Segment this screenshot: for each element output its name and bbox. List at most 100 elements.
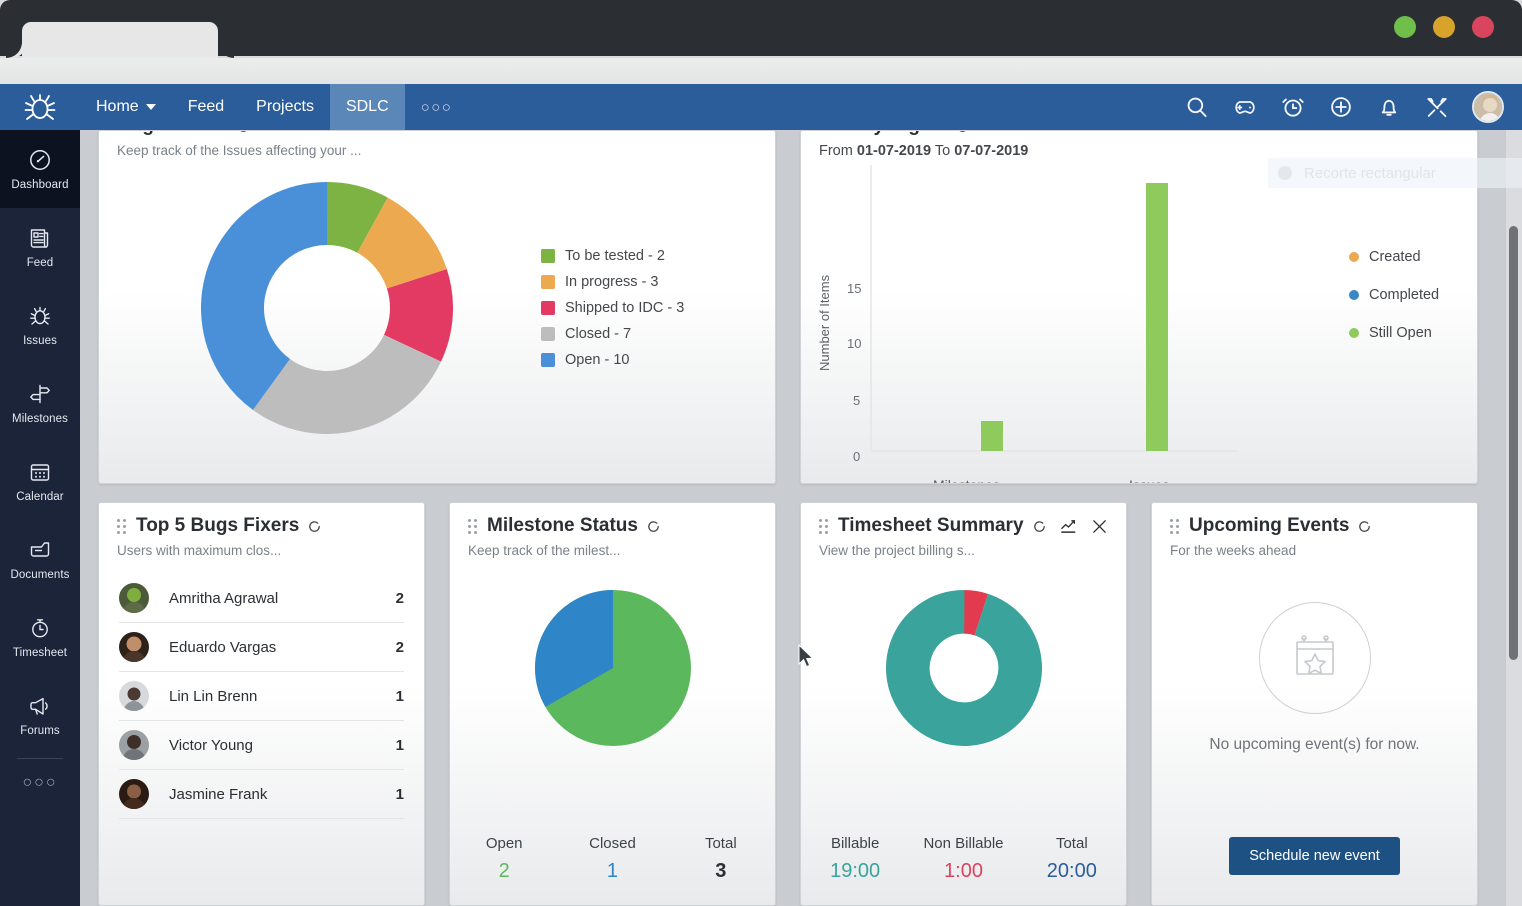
list-item[interactable]: Lin Lin Brenn 1 (119, 672, 404, 721)
browser-tab[interactable] (6, 22, 234, 58)
window-controls (1394, 16, 1494, 38)
sidebar-item-feed-label: Feed (26, 257, 54, 269)
window-close-button[interactable] (1472, 16, 1494, 38)
legend-item[interactable]: Created (1349, 249, 1439, 265)
bar-milestones-still-open (981, 421, 1003, 451)
refresh-icon[interactable] (1032, 519, 1047, 534)
date-from-label: From (819, 143, 853, 159)
y-tick-15: 15 (847, 281, 862, 296)
avatar-image (119, 681, 149, 711)
stat-closed: Closed 1 (558, 835, 666, 883)
plus-circle-icon[interactable] (1328, 94, 1354, 120)
sidebar-divider (17, 758, 63, 759)
legend-item[interactable]: Still Open (1349, 325, 1439, 341)
nav-item-feed[interactable]: Feed (172, 84, 240, 130)
stat-non-billable: Non Billable 1:00 (909, 835, 1017, 883)
date-from-value: 01-07-2019 (856, 143, 932, 159)
window-minimize-button[interactable] (1433, 16, 1455, 38)
avatar (119, 632, 149, 662)
sidebar-item-calendar-label: Calendar (16, 491, 64, 503)
drag-handle-icon[interactable] (819, 518, 829, 534)
window-maximize-button[interactable] (1394, 16, 1416, 38)
stat-total-hours: Total 20:00 (1018, 835, 1126, 883)
sidebar-item-calendar[interactable]: Calendar (0, 442, 80, 520)
nav-item-home[interactable]: Home (80, 84, 172, 130)
nav-item-projects[interactable]: Projects (240, 84, 330, 130)
list-item-count: 1 (395, 687, 404, 705)
list-item[interactable]: Eduardo Vargas 2 (119, 623, 404, 672)
card-top-bugs-fixers-subtitle: Users with maximum clos... (117, 543, 282, 558)
sidebar-item-documents-label: Documents (10, 569, 70, 581)
stat-closed-label: Closed (589, 835, 636, 852)
close-icon[interactable] (1091, 518, 1108, 535)
legend-item[interactable]: In progress - 3 (541, 274, 684, 290)
refresh-icon[interactable] (1357, 519, 1372, 534)
scrollbar-thumb[interactable] (1509, 226, 1518, 660)
drag-handle-icon[interactable] (1170, 518, 1180, 534)
sidebar-item-issues[interactable]: Issues (0, 286, 80, 364)
stat-open-value: 2 (498, 860, 510, 882)
stopwatch-icon (32, 619, 48, 638)
list-item[interactable]: Jasmine Frank 1 (119, 770, 404, 819)
nav-overflow-button[interactable]: ○○○ (405, 84, 469, 130)
card-weekly-digest-daterange: From 01-07-2019 To 07-07-2019 (819, 143, 1459, 159)
card-upcoming-events: Upcoming Events For the weeks ahead No u… (1151, 502, 1478, 906)
card-bugs-status: Bugs Status Keep track of the Issues aff… (98, 130, 776, 484)
sidebar-item-documents[interactable]: Documents (0, 520, 80, 598)
stat-billable-value: 19:00 (830, 860, 881, 882)
legend-label: Still Open (1369, 325, 1432, 341)
date-to-value: 07-07-2019 (954, 143, 1029, 159)
legend-swatch (541, 353, 555, 367)
sidebar-item-issues-label: Issues (23, 335, 57, 347)
nav-item-sdlc[interactable]: SDLC (329, 84, 405, 130)
x-tick-milestones: Milestones (933, 477, 1000, 483)
empty-state-text: No upcoming event(s) for now. (1209, 736, 1420, 753)
legend-item[interactable]: Closed - 7 (541, 326, 684, 342)
timesheet-summary-donut-chart (885, 590, 1042, 746)
schedule-new-event-button[interactable]: Schedule new event (1229, 837, 1400, 875)
refresh-icon[interactable] (236, 130, 251, 134)
list-item[interactable]: Victor Young 1 (119, 721, 404, 770)
snip-tool-overlay: Recorte rectangular (1268, 158, 1522, 188)
sidebar-item-dashboard[interactable]: Dashboard (0, 130, 80, 208)
drag-handle-icon[interactable] (117, 518, 127, 534)
chart-icon[interactable] (1060, 518, 1077, 535)
avatar[interactable] (1472, 91, 1504, 123)
search-icon[interactable] (1184, 94, 1210, 120)
refresh-icon[interactable] (646, 519, 661, 534)
legend-item[interactable]: Completed (1349, 287, 1439, 303)
nav-item-projects-label: Projects (256, 98, 314, 115)
top-navigation-bar: Home Feed Projects SDLC ○○○ (0, 84, 1522, 130)
bug-icon (30, 306, 50, 325)
refresh-icon[interactable] (955, 130, 970, 134)
alarm-clock-icon[interactable] (1280, 94, 1306, 120)
tools-icon[interactable] (1424, 94, 1450, 120)
x-tick-issues: Issues (1129, 477, 1169, 483)
sidebar-item-feed[interactable]: Feed (0, 208, 80, 286)
app-logo[interactable] (0, 89, 80, 125)
legend-item[interactable]: To be tested - 2 (541, 248, 684, 264)
legend-item[interactable]: Shipped to IDC - 3 (541, 300, 684, 316)
stat-total: Total 3 (667, 835, 775, 883)
list-item[interactable]: Amritha Agrawal 2 (119, 574, 404, 623)
avatar-image (1474, 93, 1502, 121)
sidebar-item-milestones[interactable]: Milestones (0, 364, 80, 442)
sidebar-item-forums-label: Forums (20, 725, 60, 737)
card-milestone-status-subtitle: Keep track of the milest... (468, 543, 621, 558)
card-bugs-status-header: Bugs Status Keep track of the Issues aff… (99, 130, 775, 158)
sidebar-item-timesheet[interactable]: Timesheet (0, 598, 80, 676)
dashboard-content: Bugs Status Keep track of the Issues aff… (80, 130, 1522, 906)
legend-label: Created (1369, 249, 1421, 265)
nav-item-feed-label: Feed (187, 98, 225, 115)
stat-total-label: Total (704, 835, 737, 852)
legend-swatch (541, 301, 555, 315)
legend-item[interactable]: Open - 10 (541, 352, 684, 368)
drag-handle-icon[interactable] (468, 518, 478, 534)
card-top-bugs-fixers-header: Top 5 Bugs Fixers Users with maximum clo… (99, 503, 424, 558)
refresh-icon[interactable] (307, 519, 322, 534)
bell-icon[interactable] (1376, 94, 1402, 120)
gamepad-icon[interactable] (1232, 94, 1258, 120)
sidebar-more-button[interactable]: ○○○ (0, 763, 80, 803)
nav-item-sdlc-label: SDLC (345, 98, 389, 115)
sidebar-item-forums[interactable]: Forums (0, 676, 80, 754)
